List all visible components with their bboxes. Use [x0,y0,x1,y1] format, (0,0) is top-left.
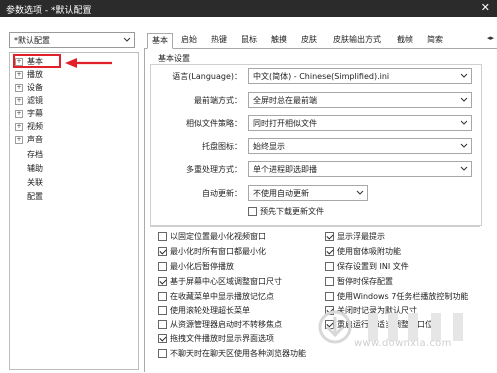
tab-basic[interactable]: 基本 [147,33,173,49]
tab-mouse[interactable]: 鼠标 [236,33,262,47]
option-label: 拖拽文件播放时显示界面选项 [170,334,274,343]
chevron-down-icon [460,120,468,125]
option-label: 保存设置到 INI 文件 [337,262,409,271]
option-label: 显示浮最提示 [337,232,385,241]
option-label: 最小化后暂停播放 [170,262,234,271]
expand-icon[interactable]: + [15,136,23,144]
option-label: 基于屏幕中心区域调整窗口尺寸 [170,277,282,286]
option-label: 使用窗体吸附功能 [337,247,401,256]
option-label: 暂停时保存配置 [337,277,393,286]
option-label: 不聊天时在聊天区使用各种浏览器功能 [170,349,306,358]
annotation-highlight-box [13,54,61,68]
option-label: 在收藏菜单中显示播放记忆点 [170,292,274,301]
option-checkbox-left-5[interactable] [158,306,167,315]
preview-update-checkbox[interactable] [248,207,257,216]
chevron-down-icon [123,37,131,42]
tree-item-label: 存档 [27,150,43,159]
topmost-label: 最前端方式： [194,96,242,105]
language-select[interactable]: 中文(简体) - Chinese(Simplified).ini [248,68,472,84]
option-label: 以固定位置最小化视频窗口 [170,232,266,241]
annotation-arrow-icon [65,58,112,68]
tree-item-label: 声音 [27,135,43,144]
expand-icon[interactable]: + [15,110,23,118]
tree-item-label: 播放 [27,70,43,79]
option-checkbox-right-0[interactable] [325,232,334,241]
option-label: 最小化时所有窗口都最小化 [170,247,266,256]
option-checkbox-left-6[interactable] [158,320,167,329]
tree-item-label: 配置 [27,192,43,201]
profile-select[interactable]: *默认配置 [9,32,135,48]
tab-scroll-arrows[interactable]: ◂▸ [487,34,494,42]
tab-strip: 基本 启始 热键 鼠标 触摸 皮肤 皮肤输出方式 截帧 简索 [144,32,497,49]
tab-skin[interactable]: 皮肤 [296,33,322,47]
option-label: 使用滚轮处理超长菜单 [170,306,250,315]
tray-icon-value: 始终显示 [253,142,285,151]
language-value: 中文(简体) - Chinese(Simplified).ini [253,72,390,81]
option-checkbox-left-4[interactable] [158,292,167,301]
category-tree[interactable]: + 基本 + 播放 + 设备 + 滤镜 + 字幕 + 视频 + 声音 存档 辅助… [9,52,139,370]
tab-hotkeys[interactable]: 热键 [206,33,232,47]
option-checkbox-right-2[interactable] [325,262,334,271]
option-label: 使用Windows 7任务栏播放控制功能 [337,292,469,301]
watermark-text: www.downxia.com [354,338,452,349]
multi-instance-select[interactable]: 单个进程即选即播 [248,161,472,177]
option-checkbox-right-4[interactable] [325,292,334,301]
tab-startup[interactable]: 启始 [176,33,202,47]
option-checkbox-left-0[interactable] [158,232,167,241]
multi-instance-label: 多重处理方式： [186,165,242,174]
auto-update-label: 自动更新： [202,189,242,198]
tree-item-label: 设备 [27,83,43,92]
section-title: 基本设置 [158,54,190,63]
chevron-down-icon [460,143,468,148]
option-checkbox-right-1[interactable] [325,247,334,256]
tab-screenshot[interactable]: 截帧 [392,33,418,47]
tree-item-label: 辅助 [27,164,43,173]
option-checkbox-left-3[interactable] [158,277,167,286]
tab-touch[interactable]: 触摸 [266,33,292,47]
tray-icon-label: 托盘图标： [202,142,242,151]
chevron-down-icon [356,190,364,195]
topmost-value: 全屏时总在最前端 [253,96,317,105]
chevron-down-icon [460,166,468,171]
expand-icon[interactable]: + [15,71,23,79]
option-checkbox-left-7[interactable] [158,334,167,343]
tree-item-label: 滤镜 [27,96,43,105]
option-checkbox-left-2[interactable] [158,262,167,271]
preview-update-label: 预先下载更新文件 [260,207,324,216]
option-checkbox-left-1[interactable] [158,247,167,256]
auto-update-value: 不使用自动更新 [253,189,309,198]
expand-icon[interactable]: + [15,84,23,92]
auto-update-select[interactable]: 不使用自动更新 [248,185,368,201]
option-checkbox-left-8[interactable] [158,349,167,358]
profile-select-value: *默认配置 [14,36,50,45]
window-titlebar: 参数选项 - *默认配置 ✕ [0,0,497,17]
tab-more[interactable]: 简索 [422,33,448,47]
similar-files-label: 相似文件策略： [186,119,242,128]
topmost-select[interactable]: 全屏时总在最前端 [248,92,472,108]
chevron-down-icon [460,73,468,78]
tab-skin-output[interactable]: 皮肤输出方式 [326,33,388,47]
tray-icon-select[interactable]: 始终显示 [248,138,472,154]
expand-icon[interactable]: + [15,97,23,105]
similar-files-select[interactable]: 同时打开相似文件 [248,115,472,131]
chevron-down-icon [460,97,468,102]
multi-instance-value: 单个进程即选即播 [253,165,317,174]
expand-icon[interactable]: + [15,123,23,131]
watermark-logo-icon [318,310,463,344]
language-label: 语言(Language)： [172,72,242,81]
option-checkbox-right-3[interactable] [325,277,334,286]
option-label: 从资源管理器启动时不转移焦点 [170,320,282,329]
window-title: 参数选项 - *默认配置 [6,6,92,16]
similar-files-value: 同时打开相似文件 [253,119,317,128]
tree-item-label: 视频 [27,122,43,131]
tree-item-label: 关联 [27,178,43,187]
close-button[interactable]: ✕ [481,2,490,13]
tree-item-label: 字幕 [27,109,43,118]
